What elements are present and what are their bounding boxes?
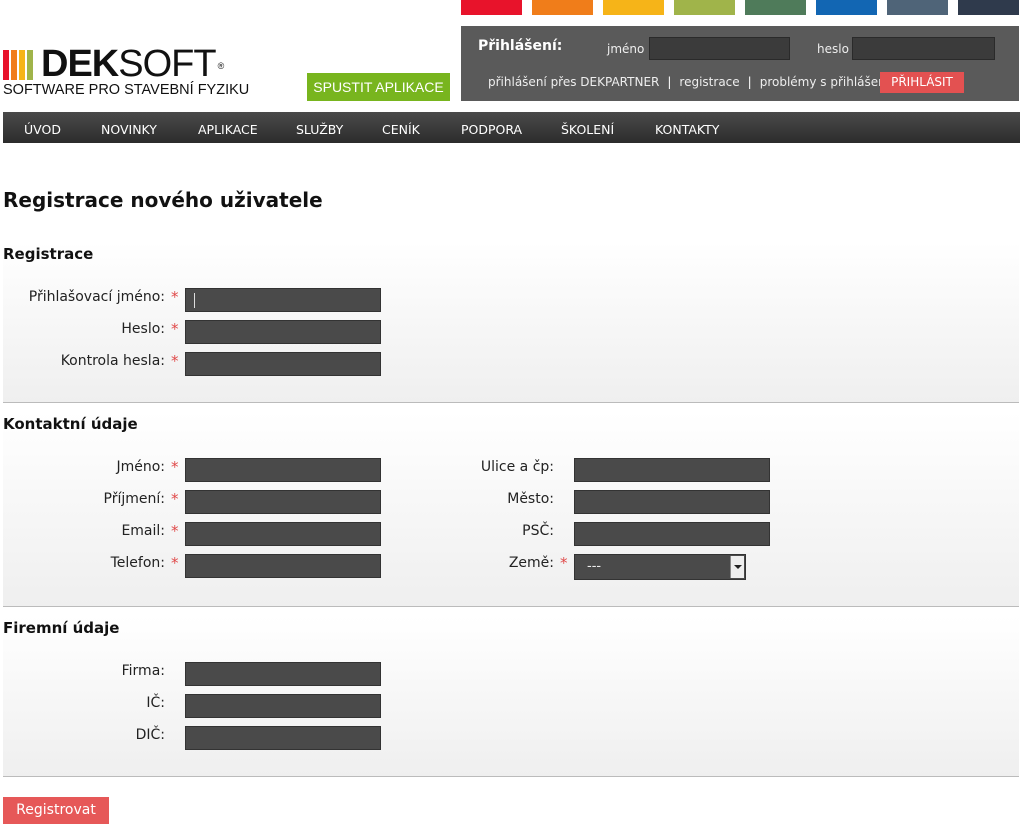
login-name-input[interactable]	[649, 37, 790, 60]
form-row: IČ:	[3, 694, 165, 718]
form-row: Telefon:	[3, 554, 165, 578]
form-row: PSČ:	[403, 522, 554, 546]
country-select[interactable]: ---	[574, 554, 746, 580]
nav-item-skoleni[interactable]: ŠKOLENÍ	[561, 112, 614, 148]
section-company: Firemní údaje Firma: IČ: DIČ:	[3, 616, 1019, 777]
phone-input[interactable]	[185, 554, 381, 578]
required-mark: *	[171, 554, 179, 572]
required-mark: *	[171, 352, 179, 370]
zip-label: PSČ:	[522, 523, 554, 539]
password-label: Heslo:	[121, 321, 165, 337]
color-swatch	[816, 0, 877, 15]
login-name-label: jméno	[607, 42, 645, 56]
color-swatch	[745, 0, 806, 15]
required-mark: *	[171, 458, 179, 476]
street-label: Ulice a čp:	[480, 459, 554, 475]
email-input[interactable]	[185, 522, 381, 546]
username-label: Přihlašovací jméno:	[28, 289, 165, 305]
login-title: Přihlášení:	[478, 38, 563, 54]
nav-item-uvod[interactable]: ÚVOD	[24, 112, 61, 148]
logo-brand: DEKSOFT ®	[41, 43, 224, 85]
nav-item-podpora[interactable]: PODPORA	[461, 112, 522, 148]
form-row: Země:	[403, 554, 554, 578]
dic-input[interactable]	[185, 726, 381, 750]
form-row: Město:	[403, 490, 554, 514]
street-input[interactable]	[574, 458, 770, 482]
form-row: Email:	[3, 522, 165, 546]
required-mark: *	[560, 554, 568, 572]
form-row: Kontrola hesla:	[3, 352, 165, 376]
required-mark: *	[171, 288, 179, 306]
section-title: Firemní údaje	[3, 619, 120, 637]
required-mark: *	[171, 522, 179, 540]
section-contact: Kontaktní údaje Jméno: * Příjmení: * Ema…	[3, 412, 1019, 607]
nav-item-cenik[interactable]: CENÍK	[382, 112, 420, 148]
form-row: Heslo:	[3, 320, 165, 344]
color-swatch	[603, 0, 664, 15]
country-label: Země:	[508, 555, 554, 571]
ico-input[interactable]	[185, 694, 381, 718]
main-nav: ÚVOD NOVINKY APLIKACE SLUŽBY CENÍK PODPO…	[3, 112, 1020, 143]
login-password-label: heslo	[817, 42, 849, 56]
email-label: Email:	[121, 523, 165, 539]
logo-bars-icon	[3, 50, 39, 80]
country-select-value: ---	[587, 559, 602, 574]
section-title: Registrace	[3, 245, 94, 263]
company-label: Firma:	[121, 663, 165, 679]
run-app-button[interactable]: SPUSTIT APLIKACE	[307, 73, 450, 101]
color-swatch	[887, 0, 948, 15]
city-input[interactable]	[574, 490, 770, 514]
last-name-label: Příjmení:	[103, 491, 165, 507]
first-name-label: Jméno:	[116, 459, 165, 475]
form-row: Jméno:	[3, 458, 165, 482]
form-row: DIČ:	[3, 726, 165, 750]
nav-item-novinky[interactable]: NOVINKY	[101, 112, 157, 148]
password-input[interactable]	[185, 320, 381, 344]
username-input[interactable]	[185, 288, 381, 312]
color-swatch	[461, 0, 522, 15]
first-name-input[interactable]	[185, 458, 381, 482]
password-confirm-label: Kontrola hesla:	[60, 353, 165, 369]
logo-tagline: SOFTWARE PRO STAVEBNÍ FYZIKU	[3, 82, 250, 98]
zip-input[interactable]	[574, 522, 770, 546]
nav-item-aplikace[interactable]: APLIKACE	[198, 112, 258, 148]
section-title: Kontaktní údaje	[3, 415, 138, 433]
dekpartner-login-link[interactable]: přihlášení přes DEKPARTNER	[488, 75, 659, 89]
last-name-input[interactable]	[185, 490, 381, 514]
text-caret	[194, 293, 195, 308]
required-mark: *	[171, 320, 179, 338]
section-registration: Registrace Přihlašovací jméno: * Heslo: …	[3, 242, 1019, 403]
chevron-down-icon[interactable]	[730, 556, 744, 578]
phone-label: Telefon:	[110, 555, 165, 571]
login-password-input[interactable]	[852, 37, 995, 60]
form-row: Příjmení:	[3, 490, 165, 514]
register-link[interactable]: registrace	[679, 75, 739, 89]
form-row: Firma:	[3, 662, 165, 686]
ico-label: IČ:	[146, 695, 165, 711]
color-swatch	[958, 0, 1019, 15]
link-separator: |	[667, 75, 672, 89]
nav-item-sluzby[interactable]: SLUŽBY	[296, 112, 343, 148]
company-input[interactable]	[185, 662, 381, 686]
color-swatch	[674, 0, 735, 15]
login-links: přihlášení přes DEKPARTNER | registrace | pr…	[488, 75, 901, 89]
login-panel: Přihlášení: jméno heslo přihlášení přes …	[461, 26, 1019, 101]
nav-item-kontakty[interactable]: KONTAKTY	[655, 112, 719, 148]
dic-label: DIČ:	[135, 727, 165, 743]
link-separator: |	[747, 75, 752, 89]
password-confirm-input[interactable]	[185, 352, 381, 376]
form-row: Ulice a čp:	[403, 458, 554, 482]
register-button[interactable]: Registrovat	[3, 797, 109, 824]
color-swatch	[532, 0, 593, 15]
form-row: Přihlašovací jméno:	[3, 288, 165, 312]
required-mark: *	[171, 490, 179, 508]
login-button[interactable]: PŘIHLÁSIT	[880, 72, 964, 93]
city-label: Město:	[507, 491, 554, 507]
page-title: Registrace nového uživatele	[3, 188, 323, 212]
